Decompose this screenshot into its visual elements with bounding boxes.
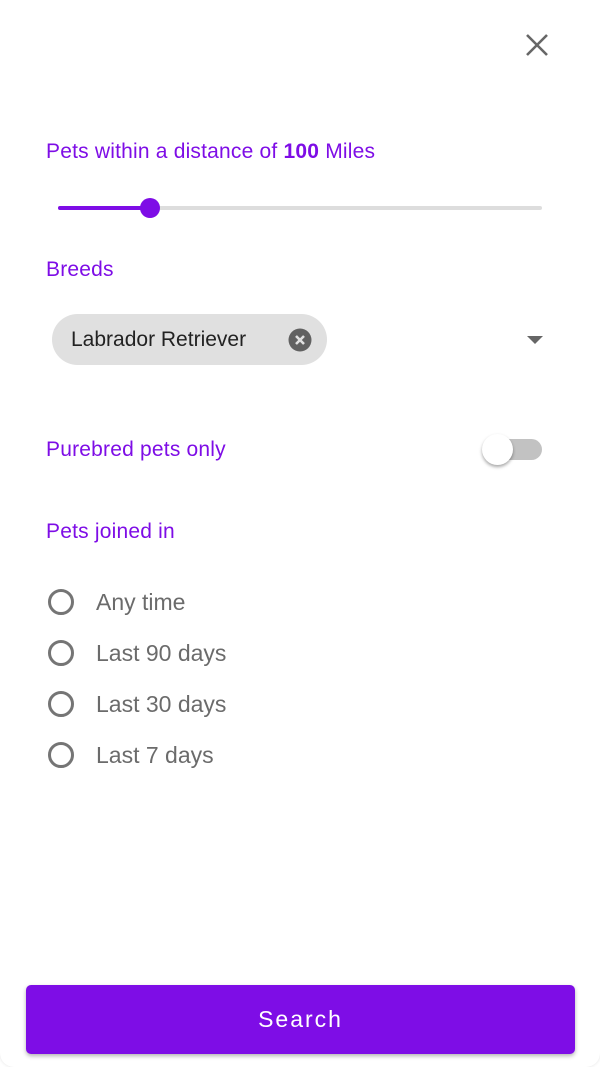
purebred-toggle[interactable] xyxy=(480,434,544,466)
radio-unchecked-icon xyxy=(48,742,74,768)
radio-label: Last 30 days xyxy=(96,690,227,717)
radio-last-7-days[interactable]: Last 7 days xyxy=(48,737,214,773)
toggle-thumb xyxy=(482,434,513,465)
radio-label: Any time xyxy=(96,588,186,615)
breed-chip[interactable]: Labrador Retriever xyxy=(52,314,327,365)
radio-last-90-days[interactable]: Last 90 days xyxy=(48,635,226,671)
breed-chip-label: Labrador Retriever xyxy=(71,327,247,351)
distance-label: Pets within a distance of 100 Miles xyxy=(46,140,375,164)
breeds-label: Breeds xyxy=(46,258,114,281)
radio-last-30-days[interactable]: Last 30 days xyxy=(48,686,226,722)
radio-label: Last 90 days xyxy=(96,639,227,666)
close-icon xyxy=(526,34,548,56)
filter-panel: Pets within a distance of 100 Miles Bree… xyxy=(0,0,600,1067)
radio-unchecked-icon xyxy=(48,589,74,615)
radio-any-time[interactable]: Any time xyxy=(48,584,185,620)
cancel-circle-icon xyxy=(288,328,312,352)
distance-value: 100 xyxy=(283,140,320,163)
radio-unchecked-icon xyxy=(48,640,74,666)
search-button[interactable]: Search xyxy=(26,985,575,1054)
slider-thumb[interactable] xyxy=(139,198,160,218)
distance-slider[interactable] xyxy=(58,196,542,220)
slider-fill xyxy=(58,206,150,210)
purebred-label: Purebred pets only xyxy=(46,438,226,461)
radio-label: Last 7 days xyxy=(96,741,214,768)
radio-unchecked-icon xyxy=(48,691,74,717)
joined-label: Pets joined in xyxy=(46,520,175,543)
chip-remove-button[interactable] xyxy=(288,328,312,352)
distance-unit: Miles xyxy=(325,140,376,163)
distance-label-prefix: Pets within a distance of xyxy=(46,140,278,163)
arrow-drop-down-icon[interactable] xyxy=(527,336,543,344)
close-button[interactable] xyxy=(520,28,554,62)
